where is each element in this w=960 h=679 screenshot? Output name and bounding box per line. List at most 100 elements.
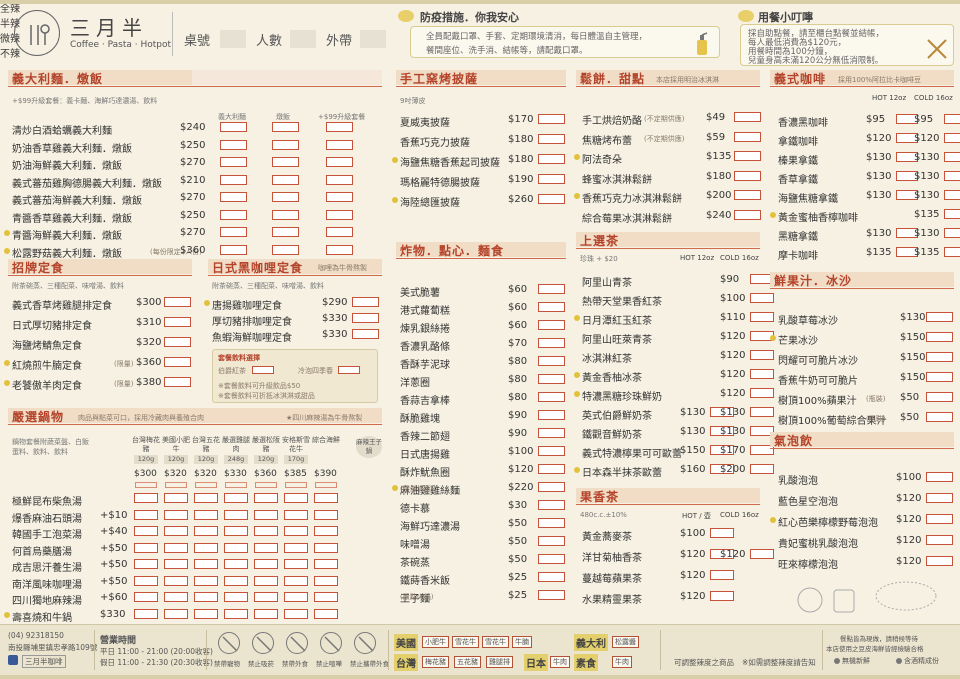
- hotpot-order-box[interactable]: [224, 493, 248, 503]
- order-hot-box[interactable]: [710, 591, 734, 601]
- hotpot-order-box[interactable]: [134, 509, 158, 520]
- order-qty-box[interactable]: [220, 122, 247, 132]
- order-qty-box[interactable]: [926, 535, 953, 545]
- order-qty-box[interactable]: [220, 209, 247, 220]
- hotpot-order-box[interactable]: [164, 608, 188, 619]
- order-qty-box[interactable]: [326, 122, 353, 132]
- order-qty-box[interactable]: [352, 297, 379, 307]
- hotpot-order-box[interactable]: [194, 559, 218, 569]
- hotpot-order-box[interactable]: [224, 559, 248, 569]
- order-hot-box[interactable]: [710, 570, 734, 580]
- order-qty-box[interactable]: [352, 313, 379, 323]
- order-qty-box[interactable]: [926, 556, 953, 566]
- order-cold-box[interactable]: [944, 171, 960, 181]
- order-qty-box[interactable]: [538, 154, 565, 164]
- hotpot-order-box[interactable]: [314, 542, 338, 553]
- order-qty-box[interactable]: [538, 590, 565, 600]
- hotpot-order-box[interactable]: [314, 559, 338, 569]
- hotpot-order-box[interactable]: [314, 493, 338, 503]
- hotpot-order-box[interactable]: [254, 592, 278, 602]
- order-qty-box[interactable]: [220, 192, 247, 202]
- hotpot-order-box[interactable]: [224, 542, 248, 553]
- hotpot-order-box[interactable]: [164, 493, 188, 503]
- table-number-input[interactable]: [220, 30, 246, 48]
- order-qty-box[interactable]: [538, 500, 565, 510]
- order-qty-box[interactable]: [220, 157, 247, 167]
- order-qty-box[interactable]: [164, 357, 191, 367]
- order-qty-box[interactable]: [326, 192, 353, 202]
- hotpot-order-box[interactable]: [314, 526, 338, 536]
- hotpot-order-box[interactable]: [284, 542, 308, 553]
- order-qty-box[interactable]: [538, 284, 565, 294]
- hotpot-order-box[interactable]: [134, 592, 158, 602]
- hotpot-order-box[interactable]: [314, 509, 338, 520]
- hotpot-order-box[interactable]: [194, 608, 218, 619]
- order-qty-box[interactable]: [164, 297, 191, 307]
- hotpot-order-box[interactable]: [134, 608, 158, 619]
- order-qty-box[interactable]: [272, 139, 299, 150]
- order-qty-box[interactable]: [926, 352, 953, 362]
- hotpot-order-box[interactable]: [194, 509, 218, 520]
- hotpot-order-box[interactable]: [224, 509, 248, 520]
- order-qty-box[interactable]: [272, 192, 299, 202]
- order-cold-box[interactable]: [750, 464, 774, 474]
- order-qty-box[interactable]: [926, 392, 953, 402]
- order-cold-box[interactable]: [750, 369, 774, 379]
- hotpot-order-box[interactable]: [164, 509, 188, 520]
- order-qty-box[interactable]: [220, 174, 247, 185]
- hotpot-order-box[interactable]: [314, 575, 338, 586]
- hotpot-order-box[interactable]: [224, 608, 248, 619]
- order-qty-box[interactable]: [734, 190, 761, 200]
- hotpot-order-box[interactable]: [284, 493, 308, 503]
- takeout-input[interactable]: [360, 30, 386, 48]
- order-qty-box[interactable]: [926, 312, 953, 322]
- hotpot-meat-select[interactable]: [285, 482, 307, 488]
- order-cold-box[interactable]: [750, 407, 774, 417]
- hotpot-order-box[interactable]: [224, 526, 248, 536]
- order-qty-box[interactable]: [538, 374, 565, 384]
- hotpot-order-box[interactable]: [164, 559, 188, 569]
- order-qty-box[interactable]: [538, 174, 565, 184]
- party-size-input[interactable]: [290, 30, 316, 48]
- order-cold-box[interactable]: [750, 549, 774, 559]
- hotpot-meat-select[interactable]: [255, 482, 277, 488]
- order-qty-box[interactable]: [734, 209, 761, 220]
- hotpot-meat-select[interactable]: [195, 482, 217, 488]
- hotpot-order-box[interactable]: [194, 542, 218, 553]
- order-qty-box[interactable]: [734, 131, 761, 142]
- order-qty-box[interactable]: [220, 244, 247, 255]
- hotpot-order-box[interactable]: [254, 559, 278, 569]
- order-qty-box[interactable]: [326, 209, 353, 220]
- order-qty-box[interactable]: [538, 356, 565, 366]
- order-qty-box[interactable]: [326, 174, 353, 185]
- hotpot-order-box[interactable]: [134, 559, 158, 569]
- order-cold-box[interactable]: [750, 388, 774, 398]
- hotpot-order-box[interactable]: [194, 592, 218, 602]
- hotpot-order-box[interactable]: [194, 526, 218, 536]
- hotpot-order-box[interactable]: [314, 592, 338, 602]
- order-qty-box[interactable]: [538, 446, 565, 456]
- order-qty-box[interactable]: [538, 482, 565, 492]
- order-qty-box[interactable]: [272, 244, 299, 255]
- order-qty-box[interactable]: [272, 157, 299, 167]
- order-qty-box[interactable]: [538, 392, 565, 402]
- order-cold-box[interactable]: [750, 293, 774, 303]
- hotpot-order-box[interactable]: [254, 542, 278, 553]
- order-cold-box[interactable]: [750, 350, 774, 360]
- order-qty-box[interactable]: [538, 464, 565, 474]
- hotpot-order-box[interactable]: [284, 559, 308, 569]
- hotpot-meat-select[interactable]: [135, 482, 157, 488]
- order-qty-box[interactable]: [164, 337, 191, 347]
- order-qty-box[interactable]: [538, 428, 565, 438]
- order-hot-box[interactable]: [710, 528, 734, 538]
- order-qty-box[interactable]: [538, 572, 565, 582]
- order-cold-box[interactable]: [944, 247, 960, 257]
- order-cold-box[interactable]: [944, 228, 960, 238]
- order-qty-box[interactable]: [734, 112, 761, 122]
- hotpot-order-box[interactable]: [254, 526, 278, 536]
- hotpot-order-box[interactable]: [254, 608, 278, 619]
- hotpot-order-box[interactable]: [194, 493, 218, 503]
- order-qty-box[interactable]: [926, 514, 953, 524]
- order-qty-box[interactable]: [926, 332, 953, 342]
- curry-option-hot-checkbox[interactable]: [252, 366, 274, 374]
